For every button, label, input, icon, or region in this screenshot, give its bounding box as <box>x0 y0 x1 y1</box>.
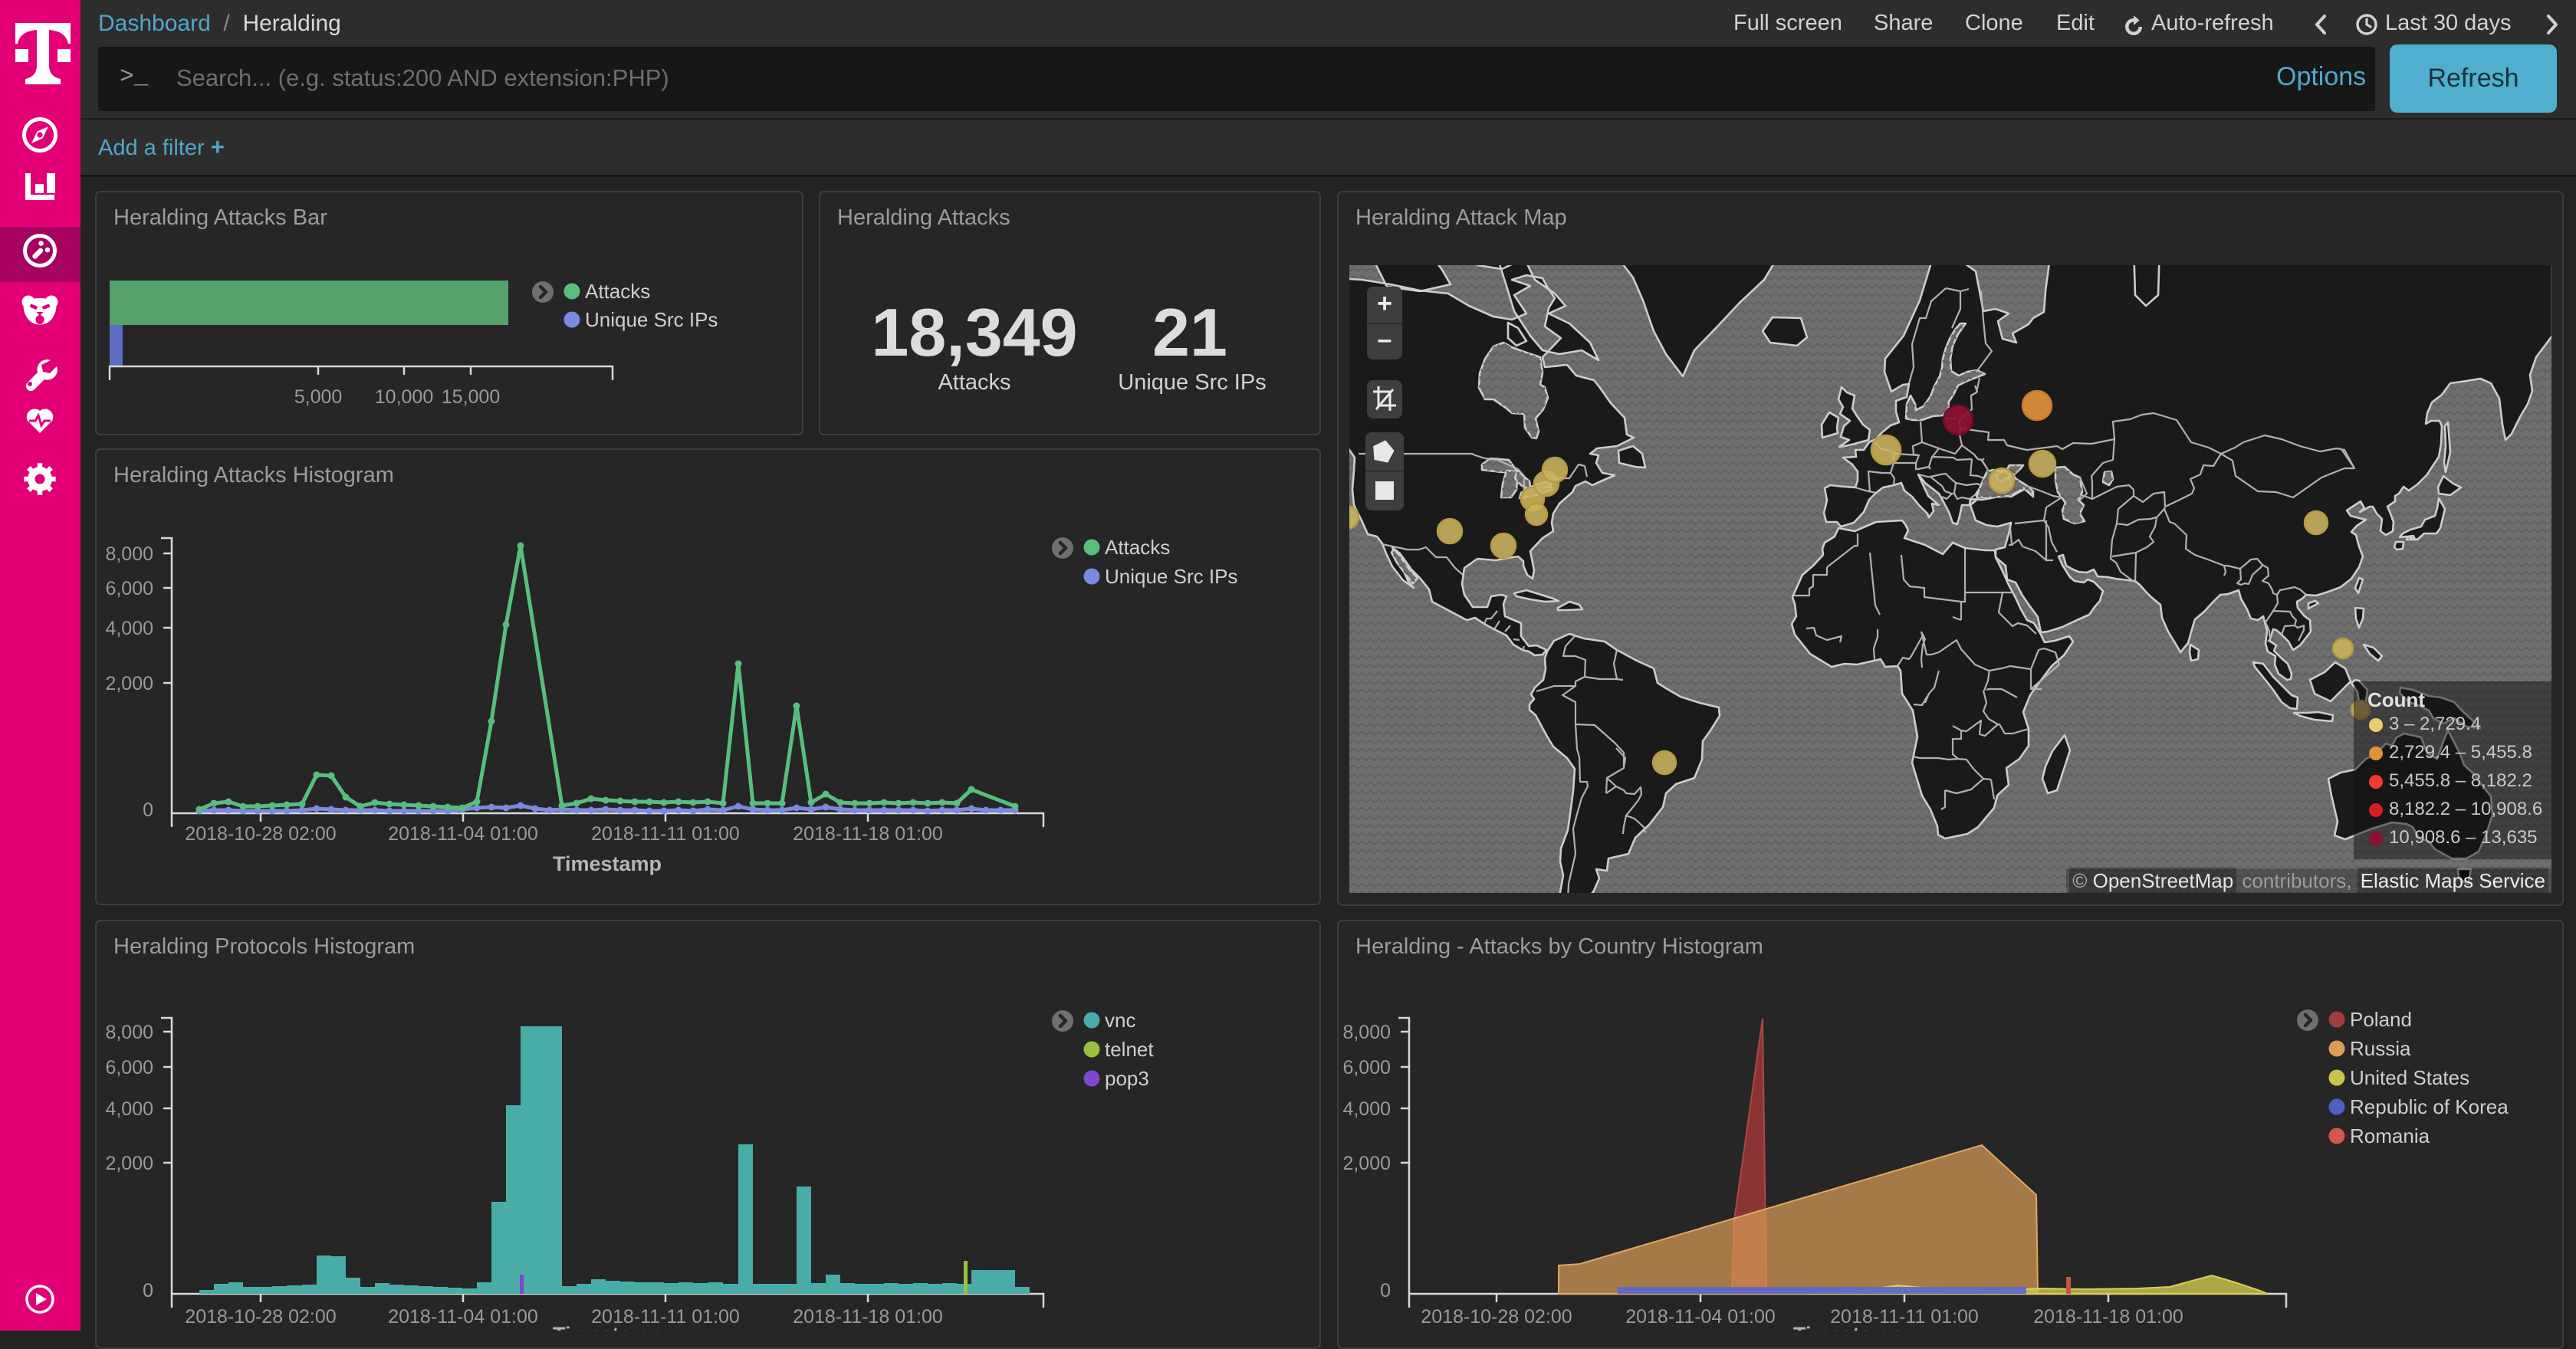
svg-text:2018-10-28 02:00: 2018-10-28 02:00 <box>185 823 336 845</box>
svg-text:vnc: vnc <box>1105 1009 1135 1032</box>
svg-text:Unique Src IPs: Unique Src IPs <box>585 308 718 331</box>
svg-text:2018-11-11 01:00: 2018-11-11 01:00 <box>591 823 740 845</box>
svg-text:18,349: 18,349 <box>871 294 1077 370</box>
svg-text:2018-11-18 01:00: 2018-11-18 01:00 <box>793 823 943 845</box>
svg-text:0: 0 <box>143 799 153 821</box>
svg-text:Timestamp: Timestamp <box>1793 1323 1902 1331</box>
svg-text:0: 0 <box>143 1280 153 1301</box>
svg-text:Timestamp: Timestamp <box>553 1323 662 1331</box>
svg-text:21: 21 <box>1152 294 1227 370</box>
svg-text:2,000: 2,000 <box>1342 1153 1391 1174</box>
svg-text:2018-10-28 02:00: 2018-10-28 02:00 <box>185 1306 336 1328</box>
svg-text:United States: United States <box>2350 1066 2469 1089</box>
svg-text:Attacks: Attacks <box>1105 536 1170 559</box>
svg-text:Romania: Romania <box>2350 1124 2430 1147</box>
svg-text:4,000: 4,000 <box>105 618 153 639</box>
svg-text:2,000: 2,000 <box>105 1153 153 1174</box>
svg-text:6,000: 6,000 <box>1342 1057 1391 1078</box>
svg-text:10,000: 10,000 <box>375 386 433 408</box>
svg-text:pop3: pop3 <box>1105 1067 1149 1090</box>
svg-text:2018-11-04 01:00: 2018-11-04 01:00 <box>1625 1306 1776 1328</box>
svg-text:Poland: Poland <box>2350 1008 2412 1031</box>
svg-text:2018-11-18 01:00: 2018-11-18 01:00 <box>2033 1306 2183 1328</box>
svg-text:0: 0 <box>1380 1280 1391 1301</box>
svg-text:2018-11-04 01:00: 2018-11-04 01:00 <box>388 1306 538 1328</box>
svg-text:Timestamp: Timestamp <box>553 852 662 875</box>
svg-text:Attacks: Attacks <box>585 280 650 303</box>
svg-text:Unique Src IPs: Unique Src IPs <box>1105 565 1237 588</box>
svg-text:2018-10-28 02:00: 2018-10-28 02:00 <box>1421 1306 1572 1328</box>
svg-text:4,000: 4,000 <box>105 1098 153 1120</box>
svg-text:8,000: 8,000 <box>1342 1022 1391 1043</box>
svg-text:Attacks: Attacks <box>938 370 1010 395</box>
svg-text:6,000: 6,000 <box>105 578 153 599</box>
svg-text:15,000: 15,000 <box>442 386 500 408</box>
svg-text:telnet: telnet <box>1105 1038 1154 1061</box>
svg-text:8,000: 8,000 <box>105 543 153 565</box>
svg-text:Russia: Russia <box>2350 1037 2411 1060</box>
svg-text:2018-11-04 01:00: 2018-11-04 01:00 <box>388 823 538 845</box>
svg-text:8,000: 8,000 <box>105 1022 153 1043</box>
svg-text:6,000: 6,000 <box>105 1057 153 1078</box>
svg-text:5,000: 5,000 <box>294 386 343 408</box>
svg-text:Unique Src IPs: Unique Src IPs <box>1118 370 1266 395</box>
svg-text:Republic of Korea: Republic of Korea <box>2350 1095 2509 1118</box>
svg-text:4,000: 4,000 <box>1342 1098 1391 1120</box>
svg-text:2,000: 2,000 <box>105 673 153 694</box>
svg-text:2018-11-18 01:00: 2018-11-18 01:00 <box>793 1306 943 1328</box>
